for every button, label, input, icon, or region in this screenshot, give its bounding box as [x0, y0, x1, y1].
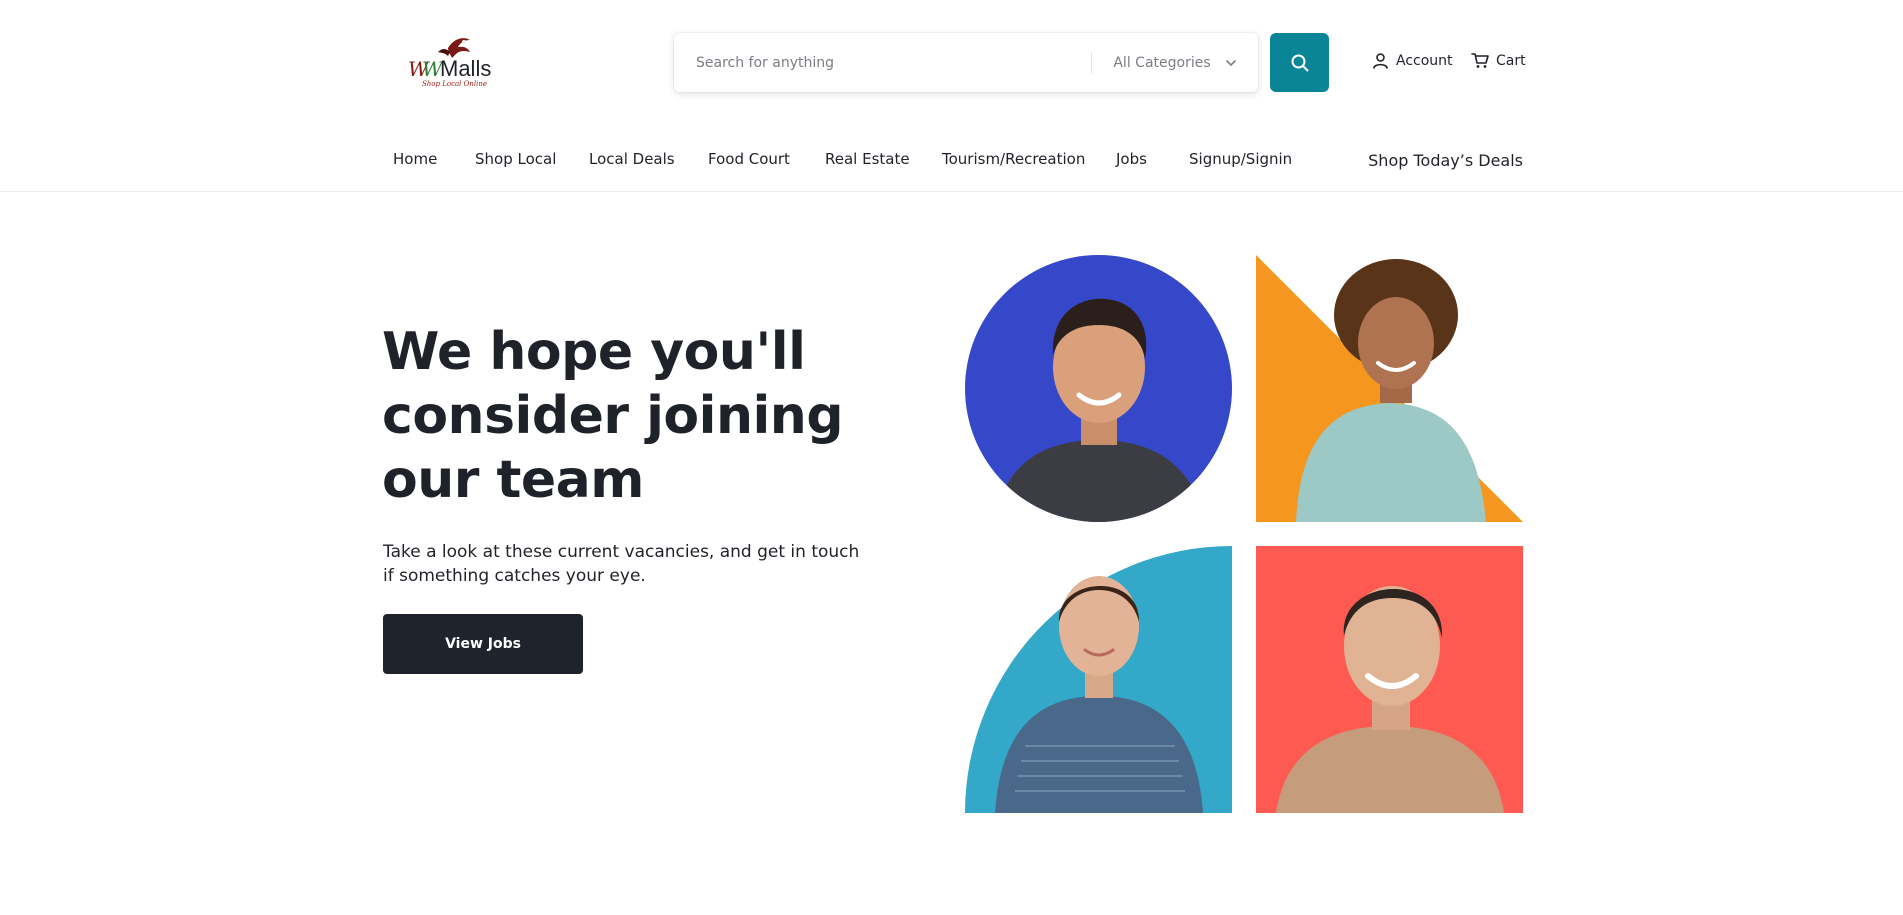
team-photo-tile-4	[1256, 546, 1523, 813]
cart-icon	[1471, 53, 1489, 68]
search-button[interactable]	[1270, 33, 1329, 92]
category-selected-label: All Categories	[1113, 54, 1211, 71]
search-input[interactable]	[674, 33, 1091, 92]
person-photo-2	[1256, 255, 1523, 522]
nav-item-signup-signin[interactable]: Signup/Signin	[1189, 150, 1292, 168]
nav-item-tourism-recreation[interactable]: Tourism/Recreation	[942, 150, 1085, 168]
search-bar: All Categories	[674, 33, 1258, 92]
nav-item-real-estate[interactable]: Real Estate	[825, 150, 910, 168]
team-photo-tile-1	[965, 255, 1232, 522]
user-icon	[1373, 53, 1388, 69]
eagle-logo-icon: W W Malls Shop Local Online	[408, 38, 491, 88]
cart-label: Cart	[1496, 52, 1526, 69]
hero-text: Take a look at these current vacancies, …	[383, 542, 860, 586]
chevron-down-icon	[1225, 59, 1236, 66]
view-jobs-button[interactable]: View Jobs	[383, 614, 583, 674]
nav-item-food-court[interactable]: Food Court	[708, 150, 790, 168]
shop-todays-deals-link[interactable]: Shop Today’s Deals	[1368, 151, 1523, 170]
nav-item-home[interactable]: Home	[393, 150, 437, 168]
person-photo-4	[1256, 546, 1523, 813]
svg-text:Malls: Malls	[440, 56, 491, 81]
svg-text:Shop Local Online: Shop Local Online	[422, 80, 487, 88]
cart-link[interactable]: Cart	[1471, 52, 1526, 69]
nav-item-jobs[interactable]: Jobs	[1116, 150, 1147, 168]
account-label: Account	[1396, 52, 1453, 69]
search-icon	[1291, 54, 1308, 71]
team-photo-tile-2	[1256, 255, 1523, 522]
team-photo-tile-3	[965, 546, 1232, 813]
nav-divider	[0, 191, 1903, 192]
nav-item-shop-local[interactable]: Shop Local	[475, 150, 556, 168]
person-photo-1	[965, 255, 1232, 522]
person-photo-3	[965, 546, 1232, 813]
hero-title: We hope you'll consider joining our team	[382, 322, 844, 510]
category-select[interactable]: All Categories	[1092, 33, 1258, 92]
nav-item-local-deals[interactable]: Local Deals	[589, 150, 675, 168]
account-link[interactable]: Account	[1372, 52, 1453, 69]
site-logo[interactable]: W W Malls Shop Local Online	[404, 34, 496, 92]
